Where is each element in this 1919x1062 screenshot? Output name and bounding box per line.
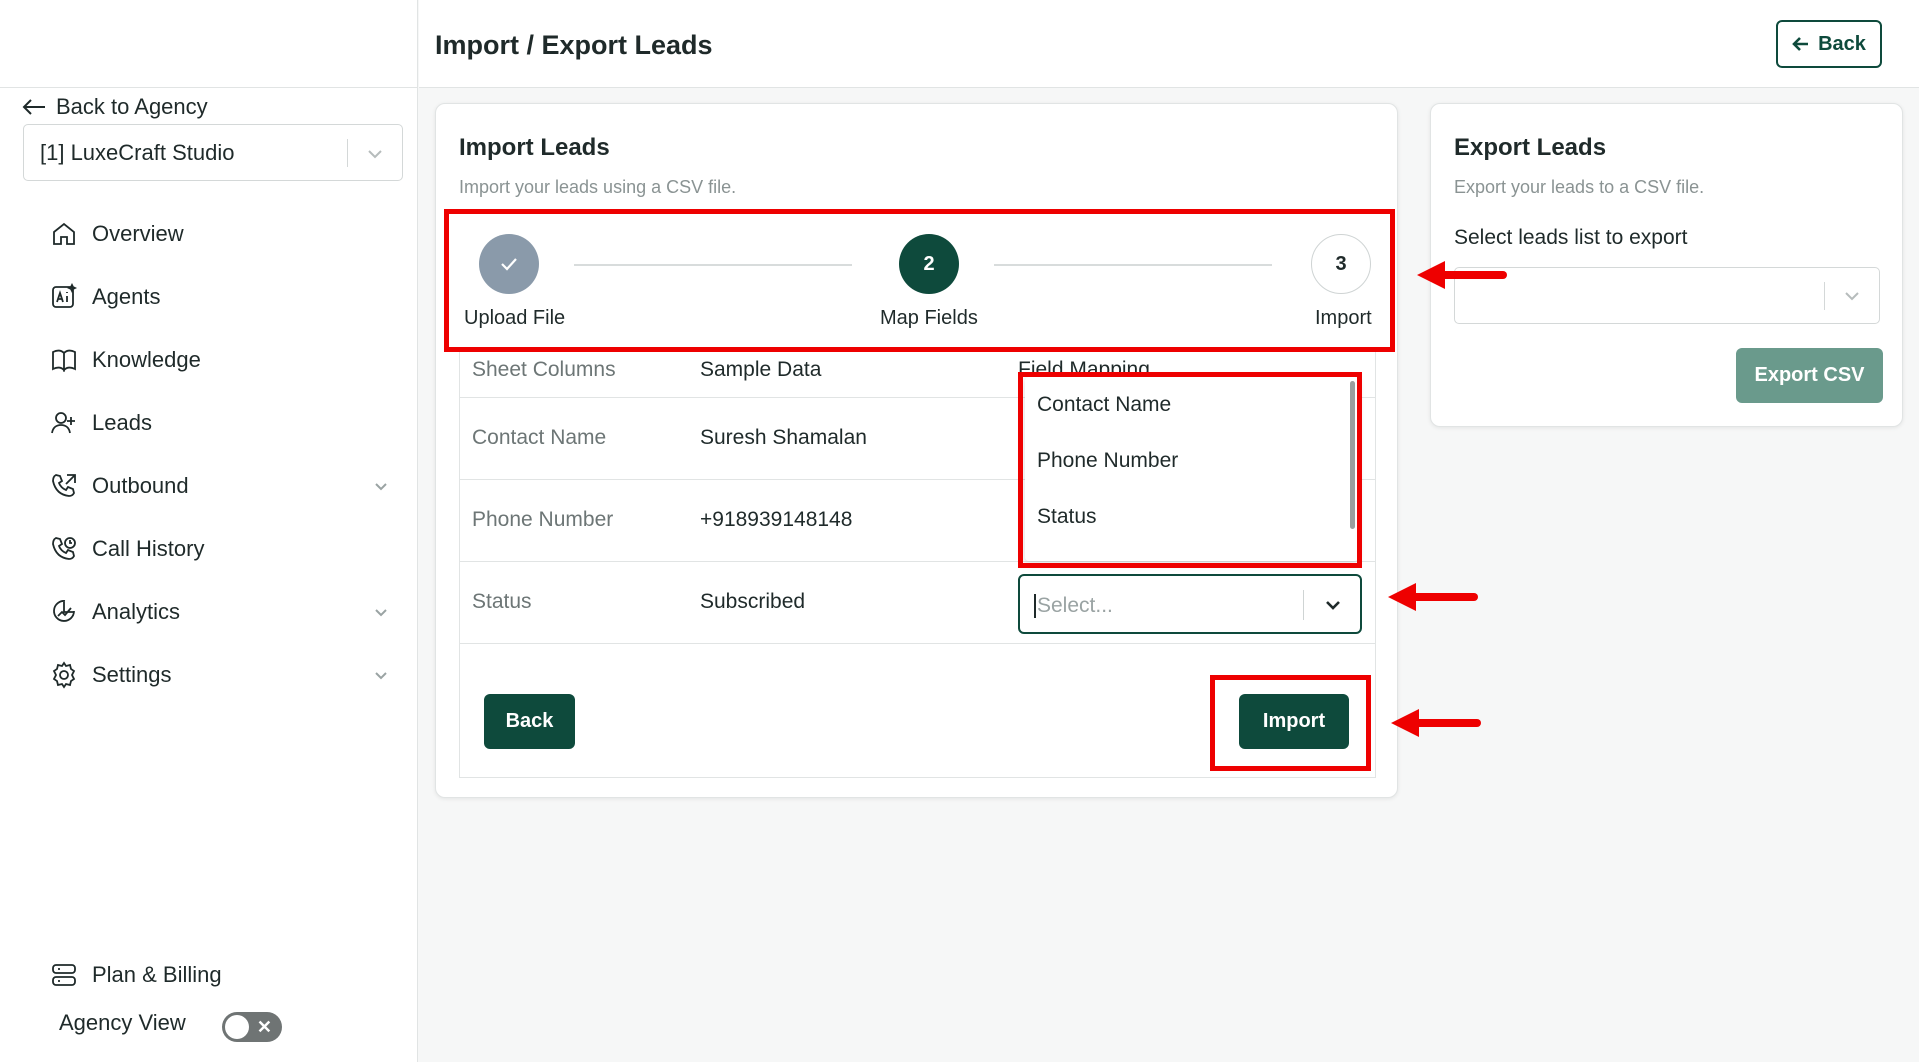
sidebar-item-outbound[interactable]: Outbound bbox=[50, 454, 390, 517]
sidebar-logo-area bbox=[0, 0, 417, 88]
sidebar-item-knowledge[interactable]: Knowledge bbox=[50, 328, 390, 391]
toggle-knob bbox=[225, 1015, 249, 1039]
select-separator bbox=[1303, 590, 1304, 620]
column-header: Sheet Columns bbox=[472, 358, 616, 381]
header-back-label: Back bbox=[1818, 32, 1866, 55]
export-leads-select[interactable] bbox=[1454, 267, 1880, 324]
chevron-down-icon bbox=[368, 150, 382, 159]
sidebar-item-label: Call History bbox=[92, 535, 205, 561]
sidebar-item-label: Knowledge bbox=[92, 346, 201, 372]
import-button-highlight bbox=[1210, 675, 1371, 771]
phone-history-icon bbox=[52, 536, 76, 560]
export-card-title: Export Leads bbox=[1454, 134, 1607, 161]
chevron-down-icon bbox=[375, 483, 387, 491]
back-to-agency-link[interactable]: Back to Agency bbox=[22, 94, 208, 120]
plan-billing-label: Plan & Billing bbox=[92, 962, 222, 987]
agency-select[interactable]: [1] LuxeCraft Studio bbox=[23, 124, 403, 181]
back-to-agency-label: Back to Agency bbox=[56, 94, 208, 119]
export-select-label: Select leads list to export bbox=[1454, 226, 1688, 249]
select-separator bbox=[347, 139, 348, 167]
chevron-down-icon bbox=[375, 672, 387, 680]
back-button[interactable]: Back bbox=[484, 694, 575, 749]
import-card-subtitle: Import your leads using a CSV file. bbox=[459, 177, 737, 197]
book-icon bbox=[52, 349, 76, 372]
column-header: Sample Data bbox=[700, 358, 822, 381]
arrow-left-icon bbox=[1792, 37, 1809, 51]
user-plus-icon bbox=[51, 411, 75, 433]
header-back-button[interactable]: Back bbox=[1776, 20, 1882, 68]
field-mapping-placeholder: Select... bbox=[1034, 594, 1113, 618]
sidebar-item-label: Leads bbox=[92, 409, 152, 435]
sidebar-item-label: Settings bbox=[92, 661, 172, 687]
chevron-down-icon bbox=[1326, 601, 1340, 610]
sidebar-nav: Overview Agents Knowledge Leads Outbound… bbox=[50, 202, 390, 706]
sidebar-item-call-history[interactable]: Call History bbox=[50, 517, 390, 580]
arrow-left-icon bbox=[22, 99, 45, 115]
chevron-down-icon bbox=[1845, 292, 1859, 301]
export-csv-button[interactable]: Export CSV bbox=[1736, 348, 1883, 403]
ai-agent-icon bbox=[52, 282, 78, 308]
phone-outgoing-icon bbox=[52, 473, 76, 497]
sample-data-cell: +918939148148 bbox=[700, 508, 853, 531]
close-icon: ✕ bbox=[256, 1017, 272, 1037]
sample-data-cell: Suresh Shamalan bbox=[700, 426, 867, 449]
page-header: Import / Export Leads Back bbox=[419, 0, 1919, 88]
plan-billing-link[interactable]: Plan & Billing bbox=[50, 962, 222, 988]
analytics-icon bbox=[53, 599, 75, 622]
server-icon bbox=[52, 964, 76, 986]
home-icon bbox=[53, 222, 75, 245]
import-card-title: Import Leads bbox=[459, 134, 610, 161]
sidebar-item-analytics[interactable]: Analytics bbox=[50, 580, 390, 643]
sidebar-item-overview[interactable]: Overview bbox=[50, 202, 390, 265]
sample-data-cell: Subscribed bbox=[700, 590, 806, 613]
gear-icon bbox=[52, 660, 76, 689]
field-mapping-select[interactable]: Select... bbox=[1018, 574, 1362, 634]
sidebar-item-label: Outbound bbox=[92, 472, 189, 498]
sheet-column-cell: Status bbox=[472, 590, 532, 613]
sidebar-item-label: Agents bbox=[92, 283, 161, 309]
sheet-column-cell: Contact Name bbox=[472, 426, 607, 449]
stepper-highlight bbox=[444, 209, 1395, 352]
sidebar: Back to Agency [1] LuxeCraft Studio Over… bbox=[0, 0, 418, 1062]
arrow-left-annotation-icon bbox=[1417, 261, 1507, 289]
arrow-left-annotation-icon bbox=[1388, 583, 1478, 611]
sheet-column-cell: Phone Number bbox=[472, 508, 614, 531]
arrow-left-annotation-icon bbox=[1391, 709, 1481, 737]
agency-view-toggle[interactable]: ✕ bbox=[222, 1012, 282, 1042]
sidebar-item-settings[interactable]: Settings bbox=[50, 643, 390, 706]
export-card-subtitle: Export your leads to a CSV file. bbox=[1454, 177, 1705, 197]
agency-view-label: Agency View bbox=[59, 1010, 186, 1035]
sidebar-item-leads[interactable]: Leads bbox=[50, 391, 390, 454]
dropdown-highlight bbox=[1018, 372, 1362, 568]
sidebar-item-label: Analytics bbox=[92, 598, 181, 624]
page-title: Import / Export Leads bbox=[435, 30, 713, 60]
select-separator bbox=[1824, 282, 1825, 310]
agency-select-value: [1] LuxeCraft Studio bbox=[40, 139, 235, 165]
chevron-down-icon bbox=[375, 609, 387, 617]
sidebar-item-agents[interactable]: Agents bbox=[50, 265, 390, 328]
sidebar-item-label: Overview bbox=[92, 220, 184, 246]
